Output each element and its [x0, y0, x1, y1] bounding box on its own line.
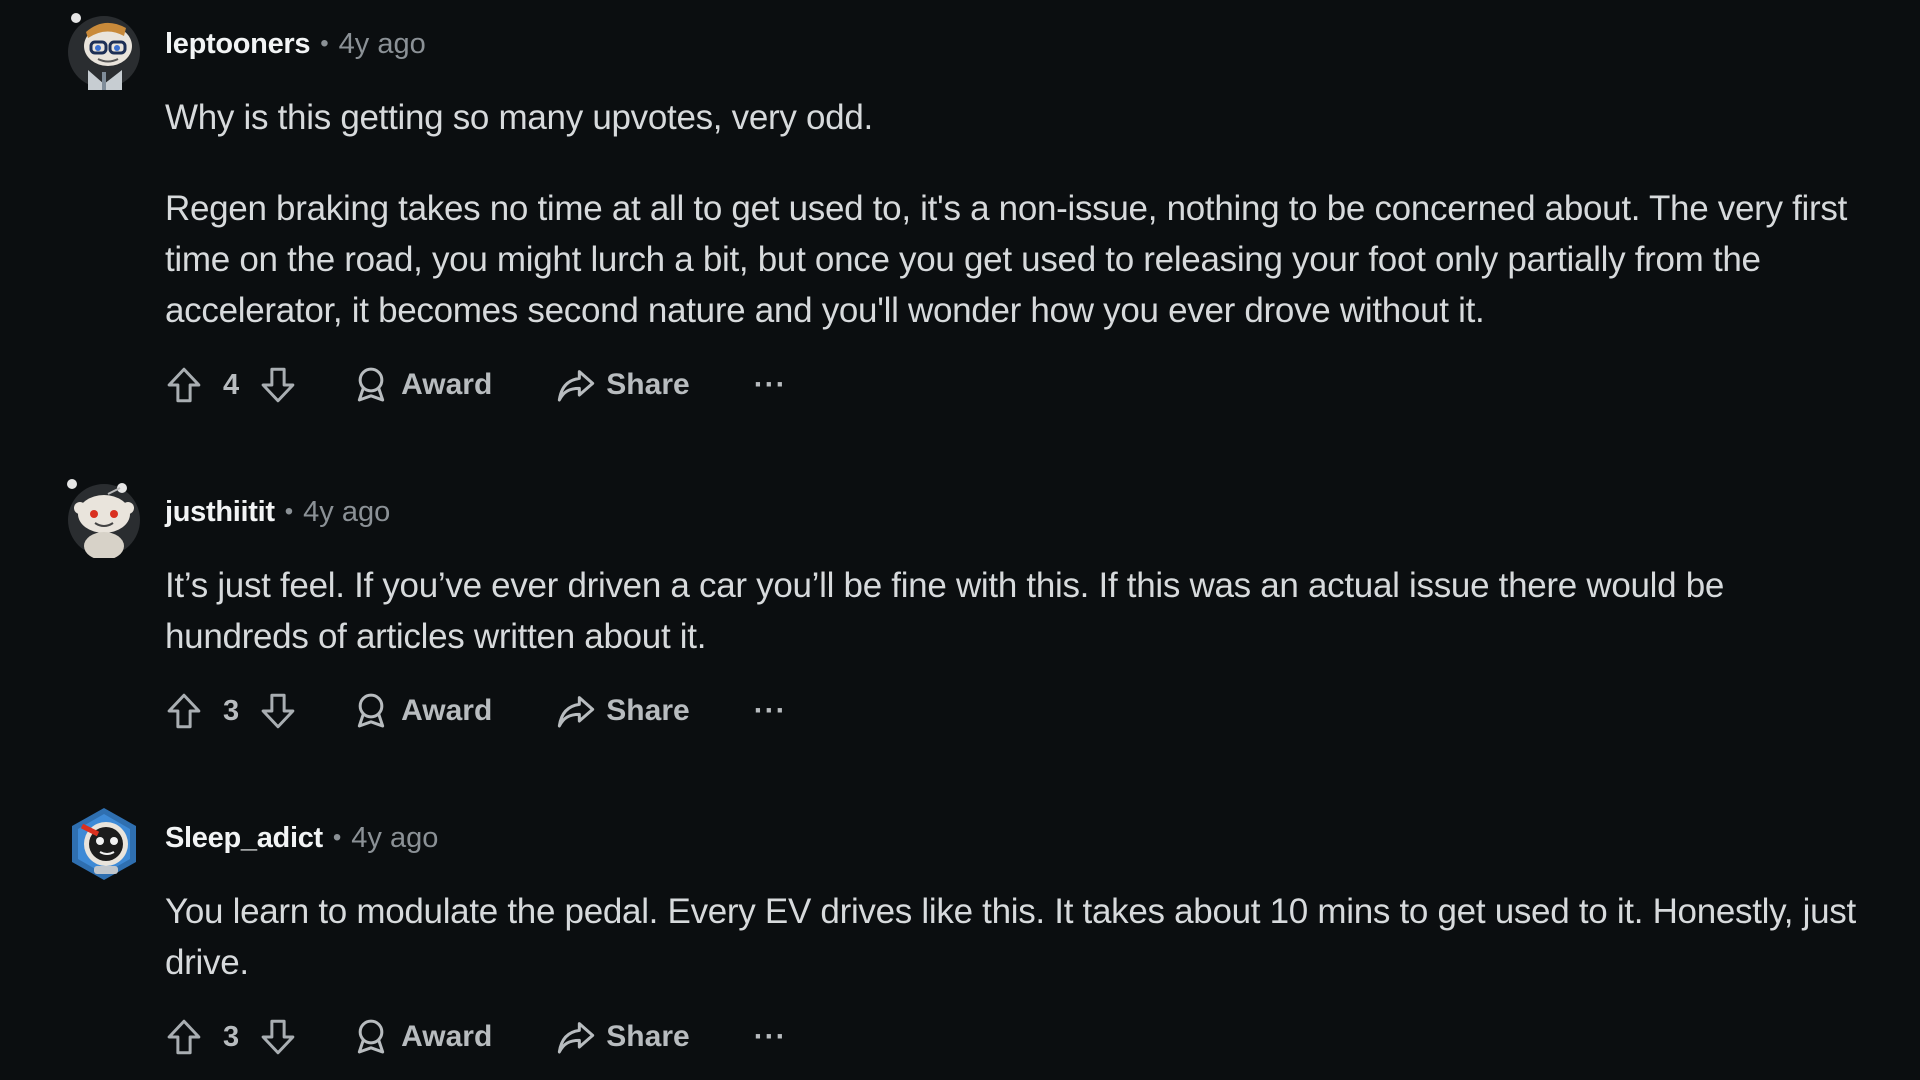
share-button[interactable]: Share — [556, 1017, 690, 1057]
share-label: Share — [606, 368, 690, 401]
share-button[interactable]: Share — [556, 691, 690, 731]
downvote-arrow-icon — [261, 1019, 295, 1055]
username[interactable]: justhiitit — [165, 496, 275, 529]
comment-paragraph: It’s just feel. If you’ve ever driven a … — [165, 566, 1725, 656]
upvote-arrow-icon — [167, 693, 201, 729]
upvote-button[interactable] — [163, 364, 205, 406]
comment-thread: leptooners • 4y ago Why is this getting … — [0, 0, 1920, 1080]
comment-meta: leptooners • 4y ago — [165, 24, 426, 64]
downvote-button[interactable] — [257, 364, 299, 406]
share-label: Share — [606, 694, 690, 727]
comment-actions: 3 Award Share ··· — [163, 686, 787, 736]
comment-paragraph: Regen braking takes no time at all to ge… — [165, 189, 1848, 330]
award-button[interactable]: Award — [351, 365, 492, 405]
comment-actions: 4 Award Share ··· — [163, 360, 787, 410]
award-button[interactable]: Award — [351, 1017, 492, 1057]
downvote-button[interactable] — [257, 1016, 299, 1058]
more-options-button[interactable]: ··· — [754, 694, 787, 728]
award-ribbon-icon — [351, 1017, 391, 1057]
comment-meta: justhiitit • 4y ago — [165, 492, 390, 532]
comment-paragraph: Why is this getting so many upvotes, ver… — [165, 98, 873, 137]
user-avatar[interactable] — [64, 478, 144, 558]
upvote-arrow-icon — [167, 367, 201, 403]
comment-body: You learn to modulate the pedal. Every E… — [165, 886, 1875, 988]
username[interactable]: Sleep_adict — [165, 822, 323, 855]
downvote-arrow-icon — [261, 693, 295, 729]
upvote-button[interactable] — [163, 1016, 205, 1058]
downvote-button[interactable] — [257, 690, 299, 732]
share-arrow-icon — [556, 691, 596, 731]
username[interactable]: leptooners — [165, 28, 311, 61]
more-options-button[interactable]: ··· — [754, 368, 787, 402]
meta-separator: • — [284, 498, 294, 525]
comment-paragraph: You learn to modulate the pedal. Every E… — [165, 892, 1856, 982]
comment-actions: 3 Award Share ··· — [163, 1012, 787, 1062]
snoo-avatar-default-icon — [67, 479, 140, 558]
upvote-arrow-icon — [167, 1019, 201, 1055]
award-ribbon-icon — [351, 365, 391, 405]
award-label: Award — [401, 368, 493, 401]
share-arrow-icon — [556, 365, 596, 405]
downvote-arrow-icon — [261, 367, 295, 403]
award-ribbon-icon — [351, 691, 391, 731]
meta-separator: • — [320, 30, 329, 57]
award-label: Award — [401, 694, 493, 727]
comment-body: It’s just feel. If you’ve ever driven a … — [165, 560, 1875, 662]
comment-age[interactable]: 4y ago — [351, 822, 438, 855]
vote-count: 4 — [223, 368, 240, 401]
share-button[interactable]: Share — [556, 365, 690, 405]
comment-body: Why is this getting so many upvotes, ver… — [165, 92, 1875, 336]
snoo-avatar-glasses-icon — [68, 13, 140, 90]
user-avatar[interactable] — [64, 804, 144, 884]
meta-separator: • — [332, 824, 342, 851]
comment-meta: Sleep_adict • 4y ago — [165, 818, 438, 858]
vote-count: 3 — [223, 1020, 240, 1053]
award-button[interactable]: Award — [351, 691, 492, 731]
more-options-button[interactable]: ··· — [754, 1020, 787, 1054]
user-avatar[interactable] — [64, 10, 144, 90]
award-label: Award — [401, 1020, 493, 1053]
comment-age[interactable]: 4y ago — [339, 28, 426, 61]
vote-count: 3 — [223, 694, 240, 727]
comment-age[interactable]: 4y ago — [303, 496, 390, 529]
share-arrow-icon — [556, 1017, 596, 1057]
snoo-avatar-space-helmet-icon — [72, 808, 136, 880]
upvote-button[interactable] — [163, 690, 205, 732]
share-label: Share — [606, 1020, 690, 1053]
